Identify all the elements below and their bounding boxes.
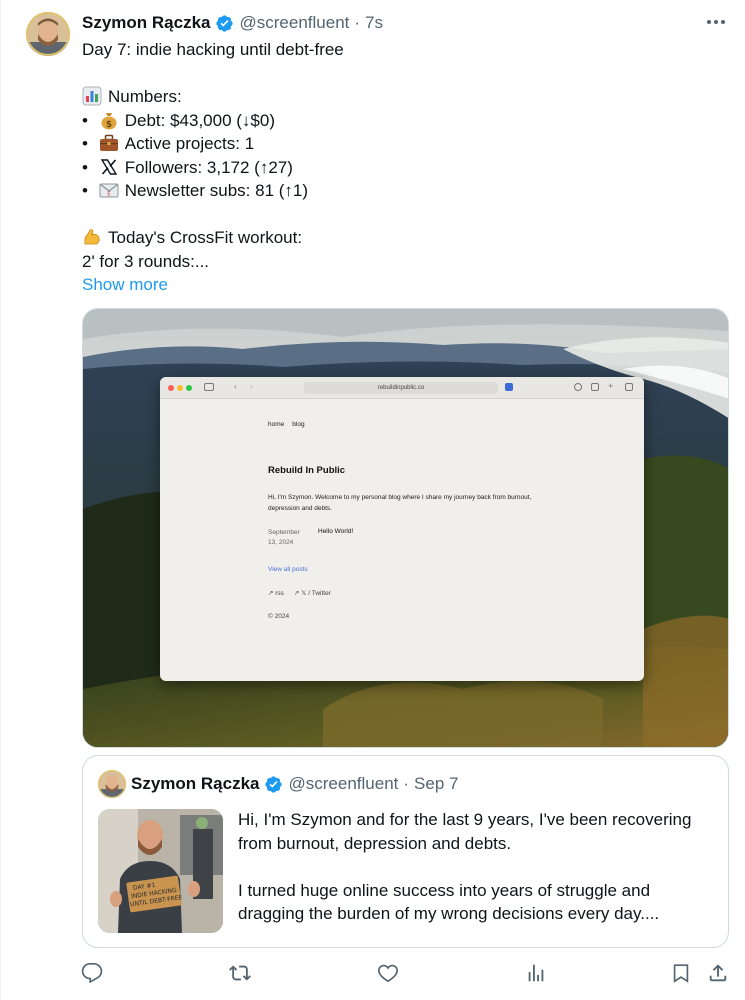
author-name[interactable]: Szymon Rączka — [82, 13, 211, 33]
new-tab-icon: + — [608, 381, 614, 391]
quoted-tweet[interactable]: Szymon Rączka @screenfluent · Sep 7 DAY … — [82, 755, 729, 948]
tweet-header: Szymon Rączka @screenfluent · 7s — [82, 12, 685, 34]
quote-header: Szymon Rączka @screenfluent · Sep 7 — [131, 772, 458, 796]
minimize-dot-icon — [177, 385, 183, 391]
svg-text:E: E — [107, 192, 110, 198]
maximize-dot-icon — [186, 385, 192, 391]
tweet-media-image[interactable]: ‹ › rebuildinpublic.co + home blog Rebuil… — [82, 308, 729, 748]
sidebar-icon — [204, 383, 214, 391]
views-icon[interactable] — [525, 962, 547, 984]
blog-page: home blog Rebuild In Public Hi, I'm Szymo… — [268, 421, 568, 620]
envelope-icon: E — [99, 183, 119, 198]
quote-author-name[interactable]: Szymon Rączka — [131, 774, 260, 794]
svg-text:$: $ — [106, 120, 112, 130]
quote-line: dragging the burden of my wrong decision… — [238, 904, 660, 923]
forward-icon: › — [250, 382, 253, 391]
retweet-icon[interactable] — [229, 962, 251, 984]
verified-badge-icon[interactable] — [264, 775, 283, 794]
address-bar: rebuildinpublic.co — [304, 382, 498, 394]
post-date: September 13, 2024 — [268, 528, 318, 548]
back-icon: ‹ — [234, 382, 237, 391]
tweet-line: Today's CrossFit workout: — [82, 226, 722, 250]
reply-icon[interactable] — [81, 962, 103, 984]
share-icon[interactable] — [707, 962, 729, 984]
download-icon — [574, 383, 582, 391]
rss-link: ↗ rss — [268, 590, 284, 597]
bookmark-icon[interactable] — [670, 962, 692, 984]
site-intro: Hi, I'm Szymon. Welcome to my personal b… — [268, 494, 532, 512]
share-icon — [591, 383, 599, 391]
timeline-border — [0, 0, 1, 1000]
extension-icon — [505, 383, 513, 391]
quote-author-avatar[interactable] — [98, 770, 126, 798]
bullet: • — [82, 134, 88, 153]
browser-toolbar: ‹ › rebuildinpublic.co + — [160, 377, 644, 399]
footer-links: ↗ rss ↗ 𝕏 / Twitter — [268, 589, 568, 597]
tweet-line: Numbers: — [82, 85, 722, 109]
tabs-overview-icon — [625, 383, 633, 391]
quote-date[interactable]: Sep 7 — [414, 774, 458, 794]
author-handle[interactable]: @screenfluent — [240, 13, 350, 33]
site-nav: home blog — [268, 421, 568, 428]
tweet-action-bar — [0, 960, 745, 988]
bullet: • — [82, 157, 88, 177]
more-options-icon[interactable] — [707, 14, 727, 30]
post-date-line: September — [268, 529, 300, 536]
post-date-line: 13, 2024 — [268, 539, 294, 546]
numbers-heading: Numbers: — [108, 87, 182, 106]
bullet: • — [82, 110, 88, 130]
nav-blog: blog — [292, 421, 305, 428]
workout-heading: Today's CrossFit workout: — [108, 228, 303, 247]
verified-badge-icon[interactable] — [215, 14, 234, 33]
tweet-line: • Active projects: 1 — [82, 132, 722, 156]
tweet-line: • Followers: 3,172 (↑27) — [82, 156, 722, 180]
post-item: September 13, 2024 Hello World! — [268, 528, 568, 548]
bullet: • — [82, 181, 88, 200]
author-avatar[interactable] — [26, 12, 70, 56]
close-dot-icon — [168, 385, 174, 391]
newsletter-stat: Newsletter subs: 81 (↑1) — [124, 181, 309, 200]
nav-home: home — [268, 421, 285, 428]
tweet-time[interactable]: 7s — [365, 13, 383, 33]
tweet-line: • E Newsletter subs: 81 (↑1) — [82, 179, 722, 203]
flexed-biceps-icon — [84, 229, 100, 245]
money-bag-icon: $ — [101, 112, 117, 130]
briefcase-icon — [99, 134, 118, 151]
tweet-line: 2' for 3 rounds:... — [82, 251, 210, 271]
debt-stat: Debt: $43,000 (↓$0) — [124, 110, 275, 130]
projects-stat: Active projects: 1 — [124, 134, 255, 153]
twitter-link: ↗ 𝕏 / Twitter — [293, 590, 331, 597]
browser-window-screenshot: ‹ › rebuildinpublic.co + home blog Rebuil… — [160, 377, 644, 681]
tweet-text: Day 7: indie hacking until debt-free Num… — [82, 38, 722, 297]
quote-line: from burnout, depression and debts. — [238, 833, 512, 853]
tweet-line: • $ Debt: $43,000 (↓$0) — [82, 109, 722, 133]
copyright: © 2024 — [268, 613, 290, 620]
show-more-link[interactable]: Show more — [82, 273, 722, 297]
quote-photo[interactable]: DAY #1 INDIE HACKING UNTIL DEBT-FREE — [98, 809, 223, 933]
quote-line: Hi, I'm Szymon and for the last 9 years,… — [238, 810, 692, 829]
followers-stat: Followers: 3,172 (↑27) — [124, 157, 293, 177]
view-all-posts-link: View all posts — [268, 566, 308, 573]
quote-text: Hi, I'm Szymon and for the last 9 years,… — [238, 808, 718, 926]
quote-author-handle[interactable]: @screenfluent — [289, 774, 399, 794]
separator: · — [354, 13, 361, 32]
tweet-line: Day 7: indie hacking until debt-free — [82, 40, 344, 59]
quote-line: I turned huge online success into years … — [238, 880, 651, 900]
site-title: Rebuild In Public — [268, 465, 346, 476]
x-logo-icon — [100, 158, 117, 175]
like-icon[interactable] — [377, 962, 399, 984]
bar-chart-icon — [82, 86, 102, 106]
post-title: Hello World! — [318, 528, 354, 535]
separator: · — [403, 774, 410, 793]
